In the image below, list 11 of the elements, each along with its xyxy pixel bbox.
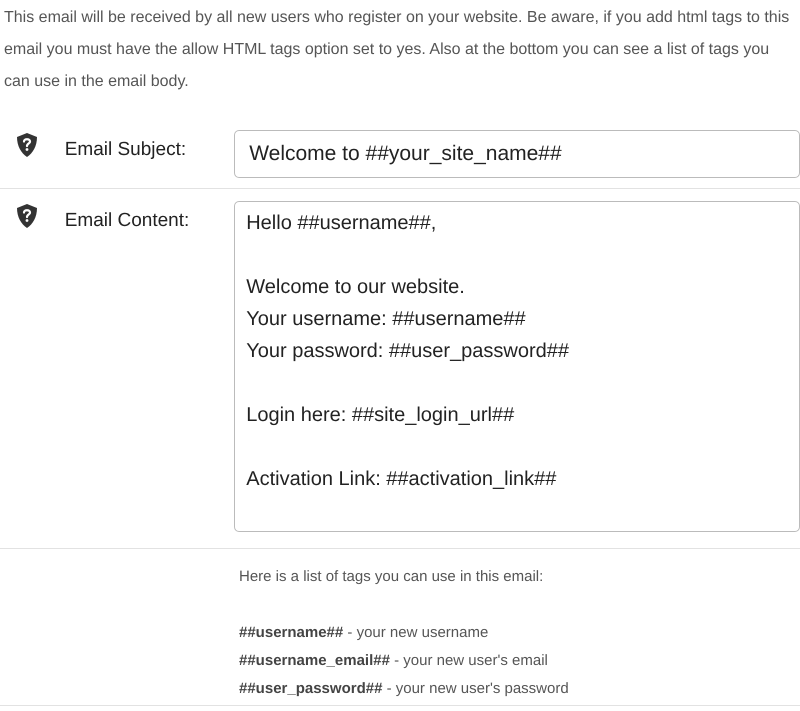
help-shield-icon — [15, 132, 39, 158]
tags-heading: Here is a list of tags you can use in this email: — [239, 567, 544, 587]
field-label: Email Content: — [64, 209, 190, 233]
help-shield-icon — [15, 203, 39, 229]
tag-description: ##user_password## - your new user's password — [239, 679, 569, 699]
tag-description: ##username_email## - your new user's email — [239, 651, 548, 671]
subject-field[interactable]: Welcome to ##your_site_name## — [234, 130, 800, 178]
content-field[interactable]: Hello ##username##, Welcome to our website. Your username: ##username## Your password: ##user_password## Login here: ##site_login_url## Activation Link: ##activation_link## — [234, 201, 800, 532]
tag-description: ##username## - your new username — [239, 623, 488, 643]
intro-text: This email will be received by all new users who register on your website. Be aware, if you add html tags to this email you must have the allow HTML tags option set to yes. Also at the bottom you can see a list of tags you can use in the email body. — [3, 8, 790, 92]
field-label: Email Subject: — [64, 138, 188, 162]
